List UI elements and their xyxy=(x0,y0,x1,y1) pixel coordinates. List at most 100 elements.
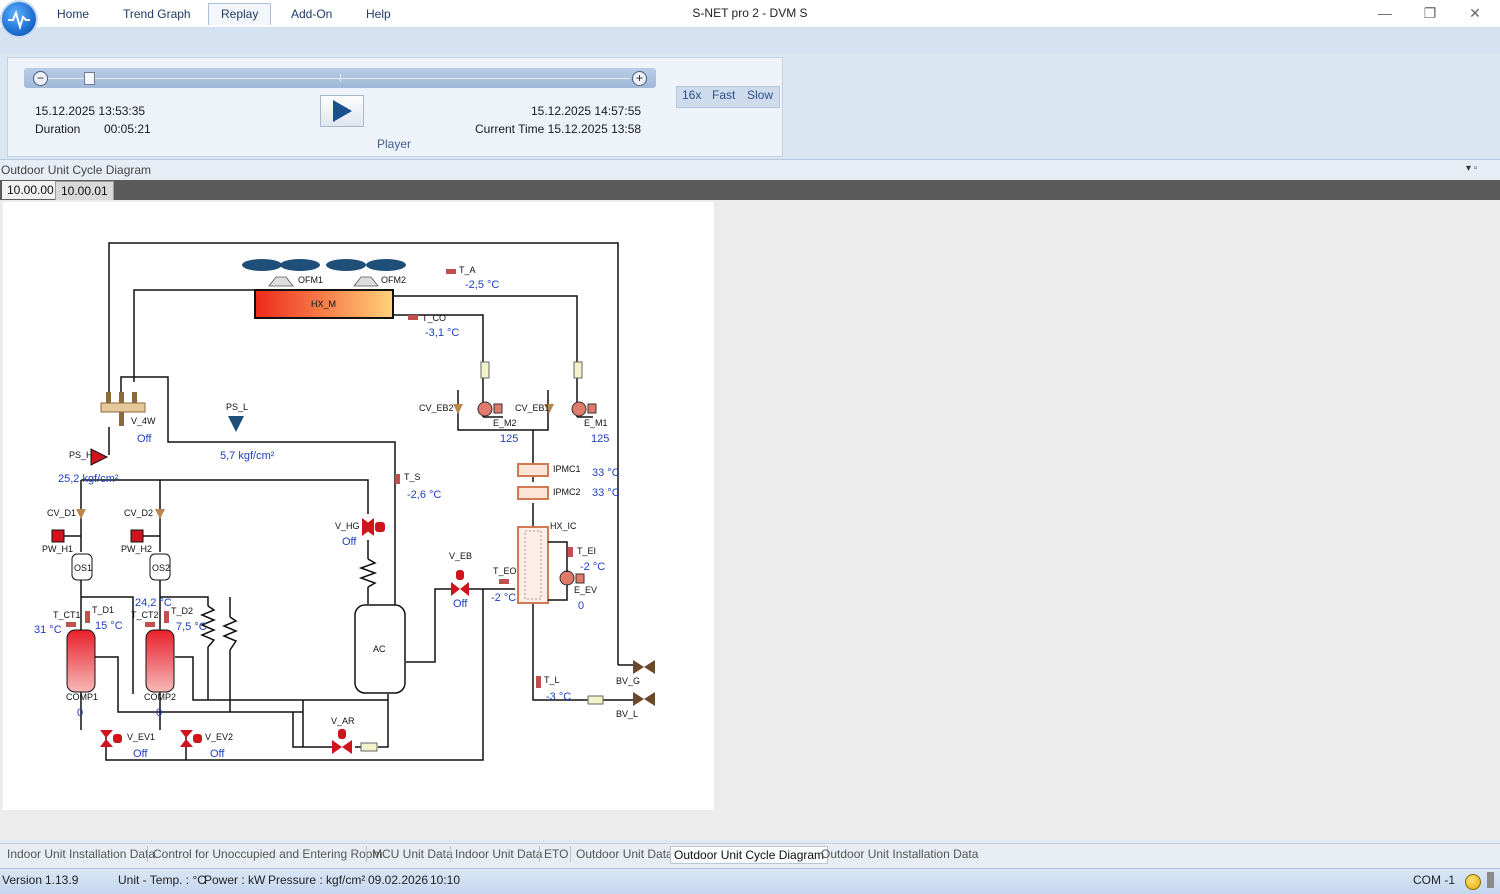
tab-indoor-unit-data[interactable]: Indoor Unit Data xyxy=(455,847,542,861)
capillary-coil-2 xyxy=(222,616,238,651)
tab-control-unoccupied[interactable]: Control for Unoccupied and Entering Room xyxy=(153,847,382,861)
menu-tab-trend-graph[interactable]: Trend Graph xyxy=(111,4,203,25)
label-t-ct2: T_CT2 xyxy=(131,610,159,620)
power-unit: Power : kW xyxy=(204,873,266,887)
strainer-liquid xyxy=(587,695,604,705)
tab-mcu-unit-data[interactable]: MCU Unit Data xyxy=(372,847,453,861)
label-comp1: COMP1 xyxy=(66,692,98,702)
timeline-thumb[interactable] xyxy=(83,72,95,85)
play-button[interactable] xyxy=(320,95,364,127)
duration-label: Duration xyxy=(35,122,81,136)
tab-separator xyxy=(366,846,367,862)
label-e-m2: E_M2 xyxy=(493,418,517,428)
pressure-switch-pw-h1 xyxy=(51,529,65,543)
service-valve-bv-l xyxy=(633,692,655,706)
value-comp2: 0 xyxy=(156,707,162,719)
speed-slow-button[interactable]: Slow xyxy=(747,88,773,102)
status-date: 09.02.2026 xyxy=(368,873,429,887)
com-port: COM -1 xyxy=(1413,873,1455,887)
label-hx-m: HX_M xyxy=(311,299,336,309)
tab-indoor-unit-installation-data[interactable]: Indoor Unit Installation Data xyxy=(7,847,155,861)
panel-pin-icon[interactable]: ▾ ▫ xyxy=(1466,163,1477,174)
label-t-a: T_A xyxy=(459,265,476,275)
status-time: 10:10 xyxy=(430,873,461,887)
label-ac: AC xyxy=(373,644,386,654)
unit-tab-10-00-00[interactable]: 10.00.00 xyxy=(2,181,59,199)
value-t-d1: 15 °C xyxy=(95,620,123,632)
label-t-d2: T_D2 xyxy=(171,606,193,616)
sensor-t-co xyxy=(408,315,418,320)
menu-tab-help[interactable]: Help xyxy=(354,4,403,25)
value-t-d2-top: 24,2 °C xyxy=(135,597,172,609)
compressor-comp2 xyxy=(145,629,175,693)
menu-tab-replay[interactable]: Replay xyxy=(208,3,272,25)
panel-header xyxy=(0,160,1500,180)
unit-tab-10-00-01[interactable]: 10.00.01 xyxy=(55,181,114,201)
label-pw-h2: PW_H2 xyxy=(121,544,152,554)
tab-outdoor-unit-cycle-diagram[interactable]: Outdoor Unit Cycle Diagram xyxy=(670,846,829,864)
pressure-unit: Pressure : kgf/cm² xyxy=(268,873,366,887)
menu-tab-home[interactable]: Home xyxy=(45,4,101,25)
restore-button[interactable]: ❐ xyxy=(1415,4,1445,24)
value-t-ct1: 31 °C xyxy=(34,624,62,636)
speed-fast-button[interactable]: Fast xyxy=(712,88,735,102)
value-ps-l: 5,7 kgf/cm² xyxy=(220,450,275,462)
pressure-sensor-ps-h xyxy=(90,448,109,466)
label-os1: OS1 xyxy=(74,563,92,573)
start-time: 15.12.2025 13:53:35 xyxy=(35,104,146,118)
label-t-s: T_S xyxy=(404,472,421,482)
label-cv-d1: CV_D1 xyxy=(47,508,76,518)
sensor-t-d1 xyxy=(85,611,90,623)
close-button[interactable]: ✕ xyxy=(1460,4,1490,24)
label-ipmc2: IPMC2 xyxy=(553,487,581,497)
app-logo-icon[interactable] xyxy=(2,2,36,36)
play-icon xyxy=(333,100,352,122)
value-ps-h: 25,2 kgf/cm² xyxy=(58,473,119,485)
zoom-in-button[interactable]: + xyxy=(632,71,647,86)
minimize-button[interactable]: — xyxy=(1370,4,1400,24)
eev-e-m1-motor xyxy=(587,403,597,414)
value-v-eb: Off xyxy=(453,598,468,610)
solenoid-valve-v-eb xyxy=(451,570,469,596)
solenoid-valve-v-ev1 xyxy=(100,730,122,747)
tab-outdoor-unit-data[interactable]: Outdoor Unit Data xyxy=(576,847,673,861)
speed-16x-button[interactable]: 16x xyxy=(682,88,701,102)
current-time: Current Time 15.12.2025 13:58 xyxy=(475,122,642,136)
label-bv-l: BV_L xyxy=(616,709,638,719)
menu-tab-add-on[interactable]: Add-On xyxy=(279,4,344,25)
value-v-ev1: Off xyxy=(133,748,148,760)
label-t-ct1: T_CT1 xyxy=(53,610,81,620)
label-v-eb: V_EB xyxy=(449,551,472,561)
tab-separator xyxy=(147,846,148,862)
pressure-sensor-ps-l xyxy=(228,416,244,432)
eev-e-ev-motor xyxy=(575,573,585,584)
sensor-t-l xyxy=(536,676,541,688)
label-cv-eb1: CV_EB1 xyxy=(515,403,550,413)
label-pw-h1: PW_H1 xyxy=(42,544,73,554)
zoom-out-button[interactable]: − xyxy=(33,71,48,86)
label-os2: OS2 xyxy=(152,563,170,573)
label-v-ev2: V_EV2 xyxy=(205,732,233,742)
duration-value: 00:05:21 xyxy=(104,122,151,136)
tab-separator xyxy=(570,846,571,862)
version-label: Version xyxy=(2,873,43,887)
value-t-d2: 7,5 °C xyxy=(176,621,207,633)
sensor-t-ct2 xyxy=(145,622,155,627)
resize-grip-icon[interactable] xyxy=(1487,872,1494,888)
label-cv-d2: CV_D2 xyxy=(124,508,153,518)
tab-outdoor-unit-installation-data[interactable]: Outdoor Unit Installation Data xyxy=(821,847,978,861)
value-t-a: -2,5 °C xyxy=(465,279,499,291)
label-t-eo: T_EO xyxy=(493,566,517,576)
label-e-m1: E_M1 xyxy=(584,418,608,428)
label-t-co: T_CO xyxy=(422,313,446,323)
label-ipmc1: IPMC1 xyxy=(553,464,581,474)
tab-eto[interactable]: ETO xyxy=(544,847,568,861)
value-t-ei: -2 °C xyxy=(580,561,605,573)
value-e-ev: 0 xyxy=(578,600,584,612)
solenoid-valve-v-hg xyxy=(362,518,385,536)
label-comp2: COMP2 xyxy=(144,692,176,702)
eev-e-ev xyxy=(559,570,575,586)
tab-separator xyxy=(450,846,451,862)
menu-bar xyxy=(0,27,1500,54)
eev-e-m2 xyxy=(477,401,493,417)
